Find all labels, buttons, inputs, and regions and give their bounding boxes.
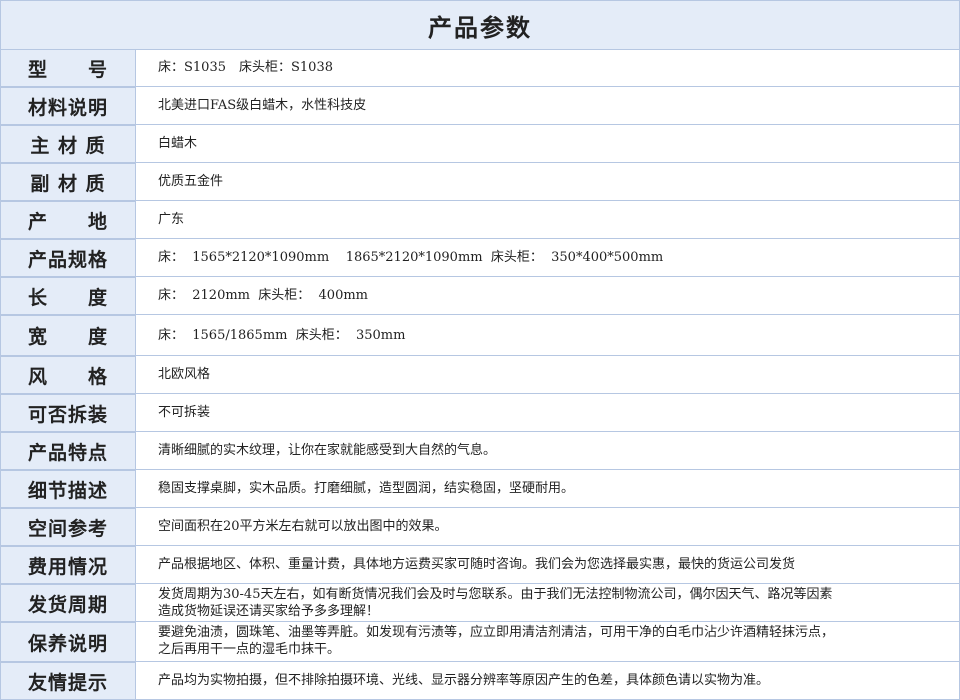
row-label: 产品规格 (0, 239, 136, 277)
table-row: 风 格 北欧风格 (0, 356, 960, 394)
table-row: 可否拆装 不可拆装 (0, 394, 960, 432)
row-label: 可否拆装 (0, 394, 136, 432)
row-value: 白蜡木 (136, 125, 960, 163)
row-label: 费用情况 (0, 546, 136, 584)
table-row: 空间参考 空间面积在20平方米左右就可以放出图中的效果。 (0, 508, 960, 546)
row-value: 要避免油渍，圆珠笔、油墨等弄脏。如发现有污渍等，应立即用清洁剂清洁，可用干净的白… (136, 622, 960, 662)
row-value: 床：S1035 床头柜：S1038 (136, 49, 960, 87)
row-value: 北美进口FAS级白蜡木，水性科技皮 (136, 87, 960, 125)
row-value: 北欧风格 (136, 356, 960, 394)
table-row: 型 号 床：S1035 床头柜：S1038 (0, 49, 960, 87)
page-title: 产品参数 (0, 0, 960, 50)
row-label: 副 材 质 (0, 163, 136, 201)
row-label: 产品特点 (0, 432, 136, 470)
table-row: 副 材 质 优质五金件 (0, 163, 960, 201)
table-row: 长 度 床： 2120mm 床头柜： 400mm (0, 277, 960, 315)
row-value: 清晰细腻的实木纹理，让你在家就能感受到大自然的气息。 (136, 432, 960, 470)
row-label: 长 度 (0, 277, 136, 315)
table-row: 产品特点 清晰细腻的实木纹理，让你在家就能感受到大自然的气息。 (0, 432, 960, 470)
row-label: 宽 度 (0, 315, 136, 356)
row-label: 主 材 质 (0, 125, 136, 163)
row-value: 产品均为实物拍摄，但不排除拍摄环境、光线、显示器分辨率等原因产生的色差，具体颜色… (136, 662, 960, 700)
product-params-sheet: 产品参数 型 号 床：S1035 床头柜：S1038 材料说明 北美进口FAS级… (0, 0, 960, 700)
row-label: 保养说明 (0, 622, 136, 662)
table-row: 保养说明 要避免油渍，圆珠笔、油墨等弄脏。如发现有污渍等，应立即用清洁剂清洁，可… (0, 622, 960, 662)
table-row: 材料说明 北美进口FAS级白蜡木，水性科技皮 (0, 87, 960, 125)
table-row: 细节描述 稳固支撑桌脚，实木品质。打磨细腻，造型圆润，结实稳固，坚硬耐用。 (0, 470, 960, 508)
row-value: 优质五金件 (136, 163, 960, 201)
row-label: 发货周期 (0, 584, 136, 622)
row-value: 稳固支撑桌脚，实木品质。打磨细腻，造型圆润，结实稳固，坚硬耐用。 (136, 470, 960, 508)
row-value: 发货周期为30-45天左右，如有断货情况我们会及时与您联系。由于我们无法控制物流… (136, 584, 960, 622)
table-row: 宽 度 床： 1565/1865mm 床头柜： 350mm (0, 315, 960, 356)
row-value: 广东 (136, 201, 960, 239)
table-row: 费用情况 产品根据地区、体积、重量计费，具体地方运费买家可随时咨询。我们会为您选… (0, 546, 960, 584)
row-value: 产品根据地区、体积、重量计费，具体地方运费买家可随时咨询。我们会为您选择最实惠，… (136, 546, 960, 584)
table-row: 主 材 质 白蜡木 (0, 125, 960, 163)
row-value: 不可拆装 (136, 394, 960, 432)
table-row: 产 地 广东 (0, 201, 960, 239)
row-label: 风 格 (0, 356, 136, 394)
row-label: 友情提示 (0, 662, 136, 700)
row-label: 材料说明 (0, 87, 136, 125)
row-value: 床： 2120mm 床头柜： 400mm (136, 277, 960, 315)
row-value: 床： 1565*2120*1090mm 1865*2120*1090mm 床头柜… (136, 239, 960, 277)
table-row: 产品规格 床： 1565*2120*1090mm 1865*2120*1090m… (0, 239, 960, 277)
row-label: 空间参考 (0, 508, 136, 546)
table-row: 友情提示 产品均为实物拍摄，但不排除拍摄环境、光线、显示器分辨率等原因产生的色差… (0, 662, 960, 700)
row-label: 产 地 (0, 201, 136, 239)
row-label: 细节描述 (0, 470, 136, 508)
row-value: 床： 1565/1865mm 床头柜： 350mm (136, 315, 960, 356)
row-value: 空间面积在20平方米左右就可以放出图中的效果。 (136, 508, 960, 546)
table-row: 发货周期 发货周期为30-45天左右，如有断货情况我们会及时与您联系。由于我们无… (0, 584, 960, 622)
row-label: 型 号 (0, 49, 136, 87)
